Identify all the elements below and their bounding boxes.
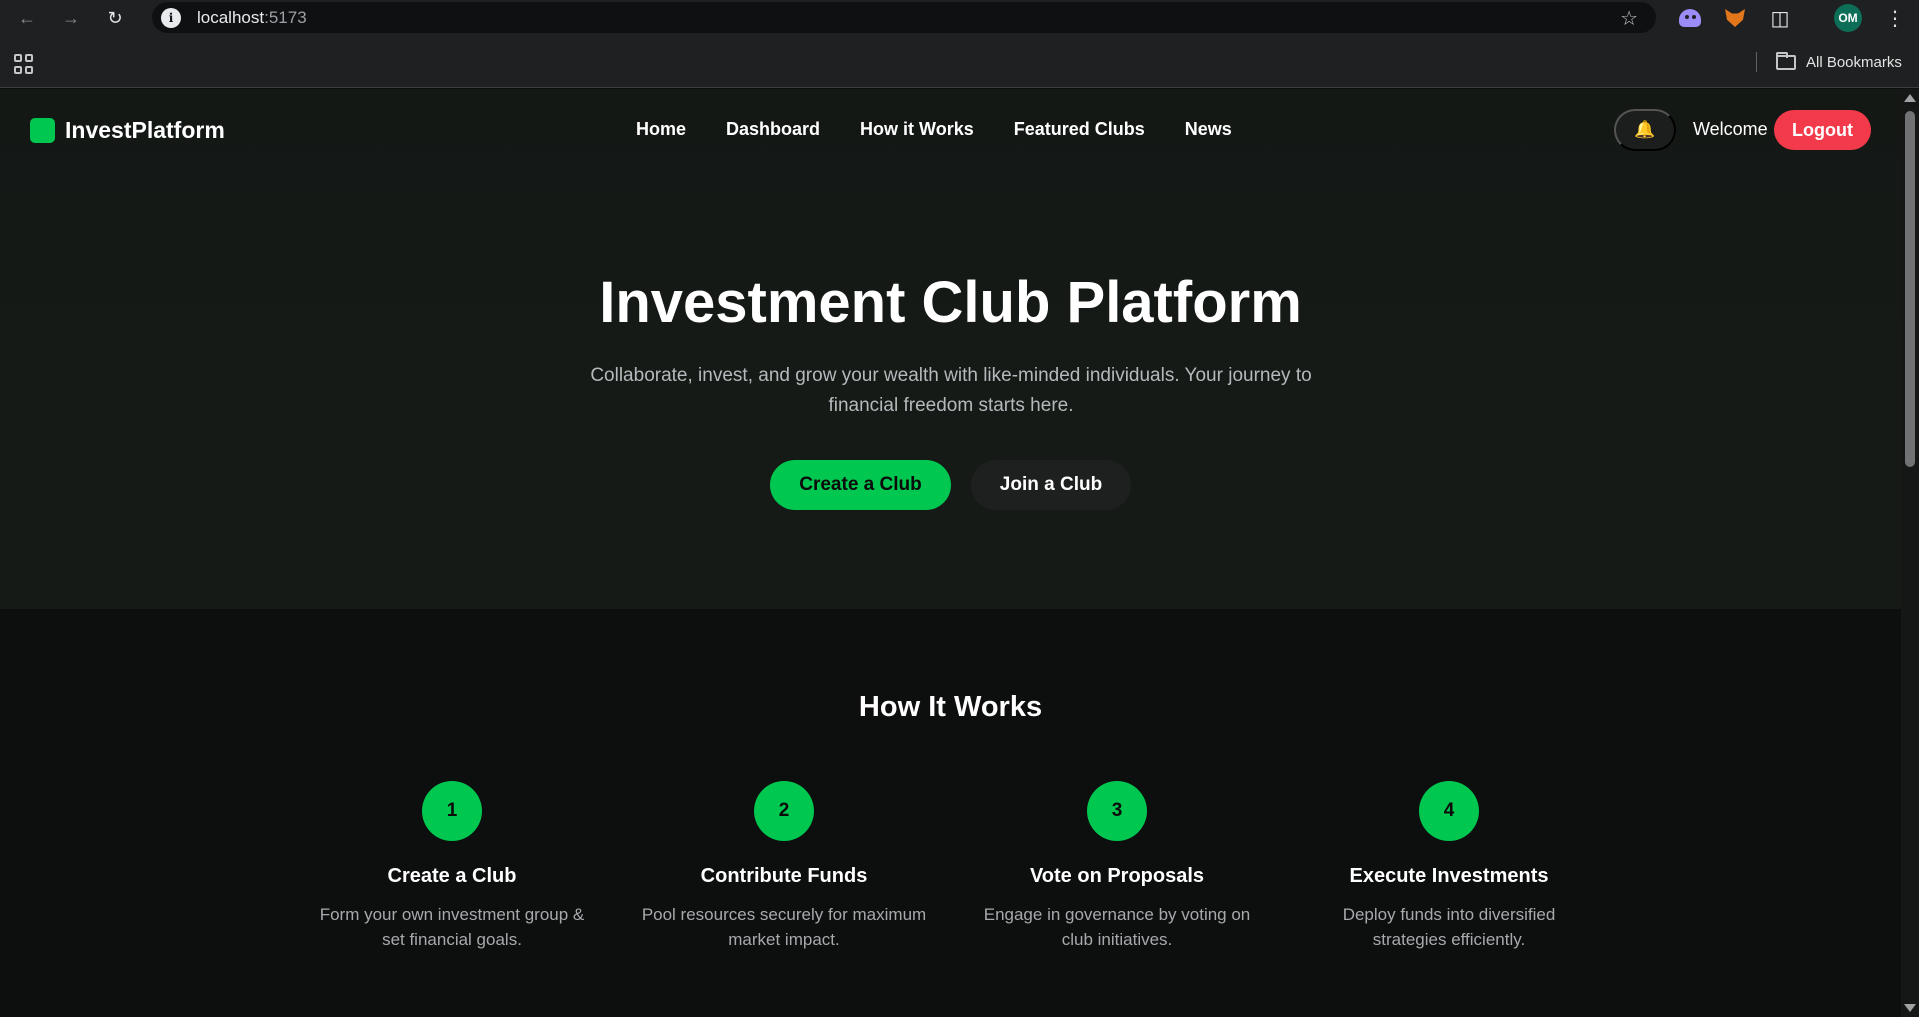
brand-name: InvestPlatform	[65, 117, 225, 143]
notifications-bell-icon[interactable]: 🔔	[1614, 109, 1676, 151]
step-description: Form your own investment group & set fin…	[319, 905, 585, 949]
extensions-puzzle-icon[interactable]: ◫	[1767, 5, 1793, 31]
nav-link-news[interactable]: News	[1185, 119, 1232, 140]
browser-menu-icon[interactable]: ⋮	[1882, 5, 1908, 31]
scroll-up-arrow-icon[interactable]	[1904, 94, 1916, 102]
folder-icon	[1776, 51, 1796, 70]
apps-grid-icon[interactable]	[14, 54, 34, 74]
logout-button[interactable]: Logout	[1774, 110, 1871, 150]
welcome-text: Welcome	[1693, 119, 1768, 139]
site-info-icon[interactable]: i	[161, 7, 181, 28]
metamask-fox-icon[interactable]	[1722, 5, 1748, 31]
url-port: :5173	[264, 7, 307, 27]
bookmark-star-icon[interactable]: ☆	[1620, 6, 1638, 31]
top-navbar: InvestPlatform Home Dashboard How it Wor…	[0, 89, 1901, 173]
nav-link-how-it-works[interactable]: How it Works	[860, 119, 974, 140]
back-arrow-icon[interactable]: ←	[12, 3, 42, 33]
nav-link-home[interactable]: Home	[636, 119, 686, 140]
step-title: Execute Investments	[1349, 865, 1549, 887]
hero-section: InvestPlatform Home Dashboard How it Wor…	[0, 89, 1901, 609]
step-description: Pool resources securely for maximum mark…	[641, 905, 927, 949]
reload-icon[interactable]: ↻	[100, 3, 130, 33]
scroll-down-arrow-icon[interactable]	[1904, 1004, 1916, 1012]
forward-arrow-icon[interactable]: →	[56, 3, 86, 33]
create-club-button[interactable]: Create a Club	[770, 460, 951, 510]
step-title: Create a Club	[387, 865, 517, 887]
step-title: Contribute Funds	[700, 865, 868, 887]
page-scrollbar[interactable]	[1901, 89, 1919, 1017]
step-card: 1 Create a Club Form your own investment…	[302, 781, 602, 952]
scrollbar-thumb[interactable]	[1905, 111, 1915, 467]
hero-subtitle: Collaborate, invest, and grow your wealt…	[590, 365, 1312, 416]
bookmarks-divider	[1756, 52, 1757, 72]
hero-title: Investment Club Platform	[599, 270, 1302, 335]
step-number-badge: 1	[422, 781, 482, 841]
step-title: Vote on Proposals	[1029, 865, 1205, 887]
ghost-extension-icon[interactable]	[1677, 5, 1703, 31]
address-bar[interactable]: i localhost:5173 ☆	[152, 2, 1656, 33]
step-number-badge: 2	[754, 781, 814, 841]
step-number-badge: 3	[1087, 781, 1147, 841]
logo-square-icon	[30, 118, 55, 143]
step-card: 2 Contribute Funds Pool resources secure…	[634, 781, 934, 952]
all-bookmarks-label: All Bookmarks	[1806, 53, 1902, 71]
section-title: How It Works	[858, 691, 1043, 723]
bookmarks-bar	[0, 36, 1919, 88]
nav-link-dashboard[interactable]: Dashboard	[726, 119, 820, 140]
step-description: Engage in governance by voting on club i…	[983, 905, 1251, 949]
main-nav: Home Dashboard How it Works Featured Clu…	[636, 119, 1232, 140]
browser-toolbar: ← → ↻ i localhost:5173 ☆ ◫ OM ⋮	[0, 0, 1919, 36]
nav-link-featured-clubs[interactable]: Featured Clubs	[1014, 119, 1145, 140]
address-bar-url[interactable]: localhost:5173	[197, 8, 307, 28]
join-club-button[interactable]: Join a Club	[971, 460, 1131, 510]
profile-avatar[interactable]: OM	[1834, 4, 1862, 32]
step-card: 4 Execute Investments Deploy funds into …	[1299, 781, 1599, 952]
step-number-badge: 4	[1419, 781, 1479, 841]
page-viewport: InvestPlatform Home Dashboard How it Wor…	[0, 89, 1901, 1017]
url-host: localhost	[197, 7, 265, 27]
brand-logo[interactable]: InvestPlatform	[30, 117, 225, 144]
step-description: Deploy funds into diversified strategies…	[1342, 905, 1556, 949]
step-card: 3 Vote on Proposals Engage in governance…	[967, 781, 1267, 952]
how-it-works-section: How It Works 1 Create a Club Form your o…	[0, 609, 1901, 1017]
all-bookmarks-button[interactable]: All Bookmarks	[1776, 51, 1902, 72]
